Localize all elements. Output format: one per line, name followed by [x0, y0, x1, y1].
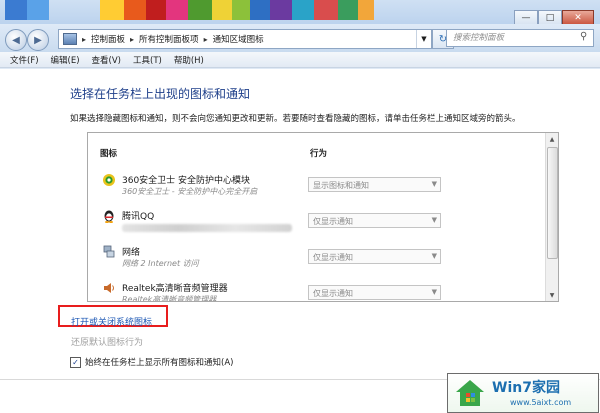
forward-arrow-icon: ▶ [34, 34, 42, 46]
list-item: 360安全卫士 安全防护中心模块 360安全卫士 - 安全防护中心完全开启 显示… [102, 171, 542, 207]
app-name: Realtek高清晰音频管理器 [122, 284, 228, 294]
taskbar-tile [188, 0, 212, 20]
forward-button[interactable]: ▶ [27, 29, 49, 51]
taskbar-tile [358, 0, 374, 20]
taskbar-tile [212, 0, 232, 20]
behavior-dropdown[interactable]: 仅显示通知 ▼ [308, 213, 441, 228]
always-show-label: 始终在任务栏上显示所有图标和通知(A) [85, 358, 234, 368]
blurred-subtitle [122, 224, 292, 232]
search-input[interactable] [446, 29, 594, 47]
chevron-right-icon[interactable]: ▸ [80, 35, 88, 44]
chevron-down-icon: ▼ [431, 180, 437, 188]
list-item: 网络 网络 2 Internet 访问 仅显示通知 ▼ [102, 243, 542, 279]
taskbar-tile [232, 0, 250, 20]
menu-file[interactable]: 文件(F) [6, 54, 47, 66]
scroll-down-icon[interactable]: ▼ [546, 289, 558, 301]
page-title: 选择在任务栏上出现的图标和通知 [70, 87, 251, 101]
app-name: 网络 [122, 248, 141, 258]
list-item: 腾讯QQ 仅显示通知 ▼ [102, 207, 542, 243]
breadcrumb-notification-icons[interactable]: 通知区域图标 [210, 33, 267, 45]
menu-edit[interactable]: 编辑(E) [47, 54, 88, 66]
app-subtitle: 360安全卫士 - 安全防护中心完全开启 [122, 187, 258, 196]
watermark-url: www.5aixt.com [510, 398, 572, 407]
breadcrumb-control-panel[interactable]: 控制面板 [88, 33, 128, 45]
back-arrow-icon: ◀ [12, 34, 20, 46]
behavior-dropdown[interactable]: 仅显示通知 ▼ [308, 285, 441, 300]
house-logo-icon [456, 380, 484, 406]
app-subtitle: 网络 2 Internet 访问 [122, 259, 199, 268]
behavior-value: 显示图标和通知 [313, 181, 369, 190]
taskbar-tile [314, 0, 338, 20]
control-panel-icon [63, 33, 77, 45]
menu-bar: 文件(F) 编辑(E) 查看(V) 工具(T) 帮助(H) [0, 52, 600, 68]
taskbar-tile [166, 0, 188, 20]
address-bar[interactable]: ▸ 控制面板 ▸ 所有控制面板项 ▸ 通知区域图标 ▼ [58, 29, 432, 49]
chevron-down-icon[interactable]: ▼ [416, 30, 431, 48]
taskbar-tile [270, 0, 292, 20]
360-shield-icon [103, 174, 115, 186]
chevron-down-icon: ▼ [431, 216, 437, 224]
taskbar-tile [338, 0, 358, 20]
taskbar-tile [5, 0, 27, 20]
column-header-behavior: 行为 [310, 149, 328, 159]
vertical-scrollbar[interactable]: ▲ ▼ [545, 133, 558, 301]
column-header-icon: 图标 [100, 149, 118, 159]
chevron-down-icon: ▼ [431, 252, 437, 260]
behavior-value: 仅显示通知 [313, 289, 353, 298]
chevron-right-icon[interactable]: ▸ [128, 35, 136, 44]
menu-help[interactable]: 帮助(H) [170, 54, 212, 66]
menu-view[interactable]: 查看(V) [88, 54, 129, 66]
restore-default-link[interactable]: 还原默认图标行为 [71, 335, 143, 348]
watermark-logo: Win7家园 www.5aixt.com [447, 373, 599, 413]
list-item: Realtek高清晰音频管理器 Realtek高清晰音频管理器 仅显示通知 ▼ [102, 279, 542, 302]
system-icons-link[interactable]: 打开或关闭系统图标 [71, 315, 152, 328]
chevron-down-icon: ▼ [431, 288, 437, 296]
always-show-checkbox-row[interactable]: ✓ 始终在任务栏上显示所有图标和通知(A) [70, 356, 233, 368]
chevron-right-icon[interactable]: ▸ [202, 35, 210, 44]
always-show-checkbox[interactable]: ✓ [70, 356, 81, 368]
qq-penguin-icon [104, 210, 114, 223]
network-icon [103, 245, 115, 258]
breadcrumb-all-items[interactable]: 所有控制面板项 [136, 33, 202, 45]
behavior-dropdown[interactable]: 仅显示通知 ▼ [308, 249, 441, 264]
speaker-icon [104, 283, 114, 293]
back-button[interactable]: ◀ [5, 29, 27, 51]
behavior-dropdown[interactable]: 显示图标和通知 ▼ [308, 177, 441, 192]
taskbar-tile [27, 0, 49, 20]
menu-tools[interactable]: 工具(T) [129, 54, 170, 66]
app-name: 360安全卫士 安全防护中心模块 [122, 176, 251, 186]
taskbar-tile [100, 0, 124, 20]
taskbar-tile [124, 0, 146, 20]
behavior-value: 仅显示通知 [313, 217, 353, 226]
app-name: 腾讯QQ [122, 212, 155, 222]
search-icon[interactable]: ⚲ [580, 31, 587, 42]
navigation-bar: ◀ ▶ ▸ 控制面板 ▸ 所有控制面板项 ▸ 通知区域图标 ▼ ↻ ⚲ [0, 24, 600, 52]
main-panel: 选择在任务栏上出现的图标和通知 如果选择隐藏图标和通知，则不会向您通知更改和更新… [0, 69, 600, 413]
watermark-title: Win7家园 [492, 380, 560, 396]
behavior-value: 仅显示通知 [313, 253, 353, 262]
window-top-strip: — □ ✕ [0, 0, 600, 26]
scrollbar-thumb[interactable] [547, 147, 558, 259]
taskbar-tile [292, 0, 314, 20]
scroll-up-icon[interactable]: ▲ [546, 133, 558, 145]
taskbar-tile [250, 0, 270, 20]
taskbar-tile [146, 0, 168, 20]
notification-icon-list[interactable]: 图标 行为 360安全卫士 安全防护中心模块 360安全卫士 - 安全防护中心完… [87, 132, 559, 302]
app-subtitle: Realtek高清晰音频管理器 [122, 295, 217, 302]
page-description: 如果选择隐藏图标和通知，则不会向您通知更改和更新。若要随时查看隐藏的图标，请单击… [70, 114, 521, 124]
